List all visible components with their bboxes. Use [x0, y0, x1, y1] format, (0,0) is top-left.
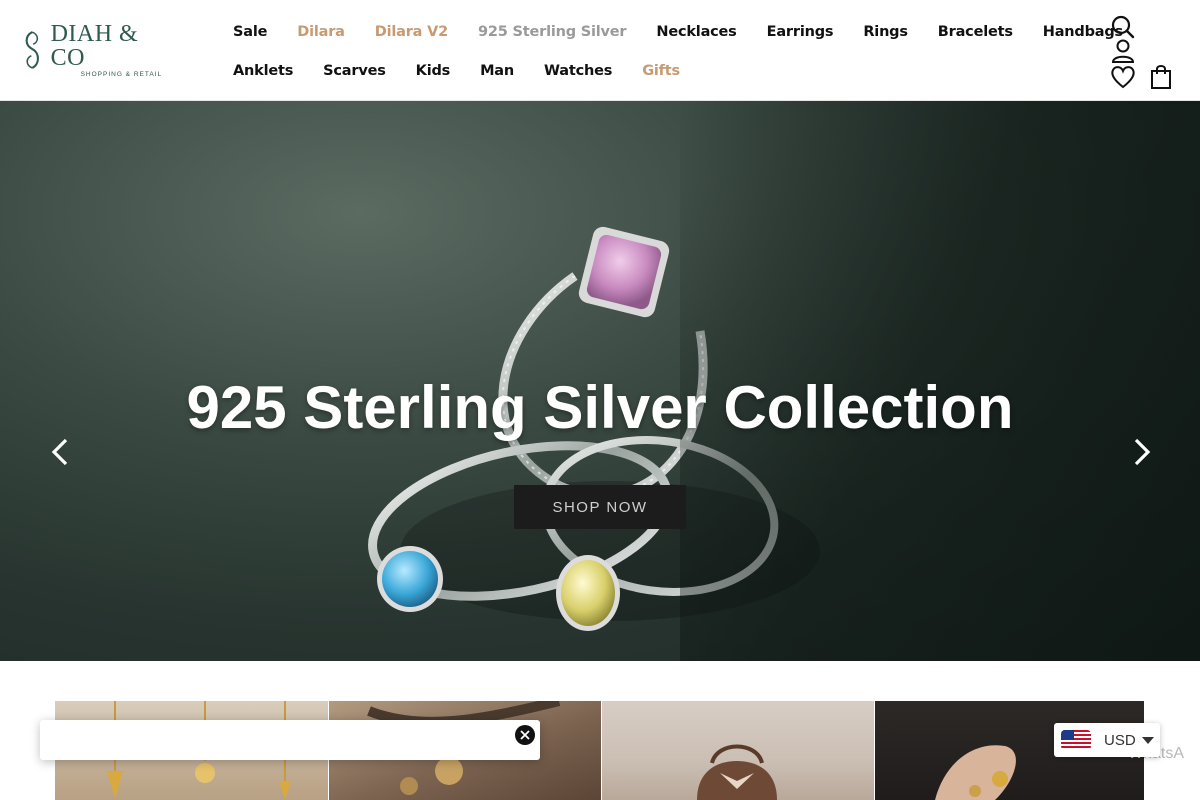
- us-flag-icon: [1061, 730, 1091, 750]
- nav-item-gifts[interactable]: Gifts: [627, 63, 695, 79]
- handbag-tile[interactable]: [602, 701, 875, 800]
- currency-selector[interactable]: USD: [1054, 723, 1160, 757]
- nav-item-rings[interactable]: Rings: [848, 24, 922, 40]
- cart-bag-icon[interactable]: [1150, 64, 1172, 90]
- nav-row-1: Sale Dilara Dilara V2 925 Sterling Silver Ne…: [218, 12, 1123, 51]
- hero-title: 925 Sterling Silver Collection: [186, 374, 1014, 441]
- nav-item-scarves[interactable]: Scarves: [308, 63, 401, 79]
- nav-row-2: Anklets Scarves Kids Man Watches Gifts: [218, 51, 1088, 90]
- brand-name: DIAH & CO: [50, 21, 139, 71]
- logo-mark-icon: [25, 31, 39, 69]
- brand-logo[interactable]: DIAH & CO SHOPPING & RETAIL: [20, 22, 172, 78]
- hero-slider: 925 Sterling Silver Collection SHOP NOW: [0, 101, 1200, 661]
- wishlist-heart-icon[interactable]: [1110, 65, 1136, 89]
- nav-item-earrings[interactable]: Earrings: [752, 24, 849, 40]
- main-nav: Sale Dilara Dilara V2 925 Sterling Silver Ne…: [218, 12, 1123, 90]
- nav-item-925-sterling-silver[interactable]: 925 Sterling Silver: [463, 24, 641, 40]
- nav-item-bracelets[interactable]: Bracelets: [923, 24, 1028, 40]
- account-icon[interactable]: [1111, 39, 1135, 63]
- nav-item-kids[interactable]: Kids: [401, 63, 465, 79]
- chevron-left-icon[interactable]: [46, 437, 76, 467]
- nav-item-dilara[interactable]: Dilara: [282, 24, 360, 40]
- header-icons: [1100, 10, 1190, 95]
- shop-now-button[interactable]: SHOP NOW: [514, 485, 686, 529]
- logo-text: DIAH & CO SHOPPING & RETAIL: [51, 22, 172, 78]
- nav-item-man[interactable]: Man: [465, 63, 529, 79]
- nav-item-necklaces[interactable]: Necklaces: [641, 24, 751, 40]
- search-icon[interactable]: [1111, 15, 1135, 39]
- chevron-right-icon[interactable]: [1126, 437, 1156, 467]
- popup-bar: [40, 720, 540, 760]
- brand-tagline: SHOPPING & RETAIL: [80, 71, 163, 78]
- site-header: DIAH & CO SHOPPING & RETAIL Sale Dilara Di…: [0, 0, 1200, 101]
- nav-item-sale[interactable]: Sale: [218, 24, 282, 40]
- close-icon[interactable]: [515, 725, 535, 745]
- currency-code: USD: [1104, 731, 1136, 749]
- nav-item-anklets[interactable]: Anklets: [218, 63, 308, 79]
- nav-item-dilara-v2[interactable]: Dilara V2: [360, 24, 463, 40]
- nav-item-watches[interactable]: Watches: [529, 63, 627, 79]
- caret-down-icon: [1141, 736, 1154, 744]
